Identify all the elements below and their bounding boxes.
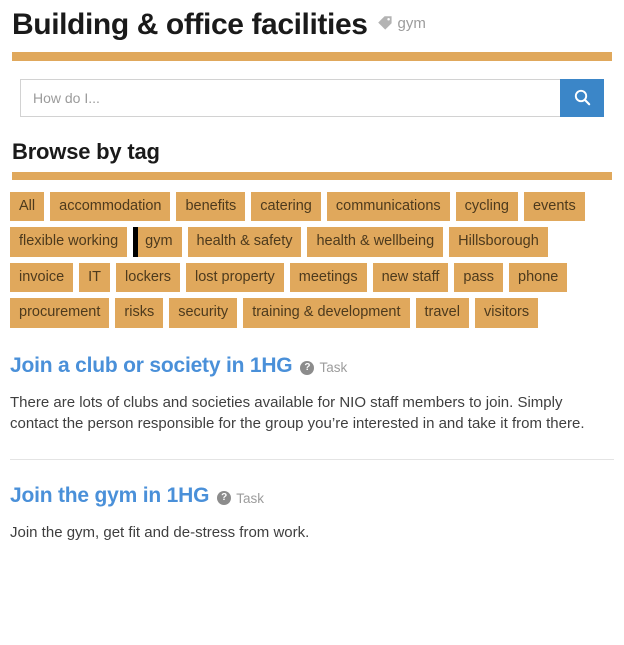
tag-hillsborough[interactable]: Hillsborough (449, 227, 548, 257)
tag-accommodation[interactable]: accommodation (50, 191, 171, 221)
page-root: Building & office facilities gym Brows (0, 0, 624, 645)
tag-lost-property[interactable]: lost property (185, 262, 284, 292)
tag-lockers[interactable]: lockers (116, 262, 180, 292)
tag-risks[interactable]: risks (115, 298, 164, 328)
article-summary: There are lots of clubs and societies av… (10, 393, 585, 433)
page-tag: gym (377, 15, 426, 32)
article-header: Join the gym in 1HG ? Task (10, 484, 614, 508)
page-tag-label: gym (397, 14, 426, 32)
browse-by-tag-heading: Browse by tag (12, 138, 160, 164)
article-title-link[interactable]: Join a club or society in 1HG (10, 354, 293, 378)
tag-benefits[interactable]: benefits (176, 191, 246, 221)
tag-new-staff[interactable]: new staff (372, 262, 449, 292)
article-header: Join a club or society in 1HG ? Task (10, 354, 614, 378)
tag-pass[interactable]: pass (454, 262, 504, 292)
tag-meetings[interactable]: meetings (289, 262, 367, 292)
tag-phone[interactable]: phone (509, 262, 568, 292)
tag-flexible-working[interactable]: flexible working (10, 227, 128, 257)
tag-procurement[interactable]: procurement (10, 298, 110, 328)
tag-visitors[interactable]: visitors (474, 298, 539, 328)
tag-health-and-wellbeing[interactable]: health & wellbeing (307, 227, 444, 257)
page-title: Building & office facilities (12, 8, 368, 41)
tag-it[interactable]: IT (79, 262, 111, 292)
page-header: Building & office facilities gym (0, 0, 624, 43)
tag-health-and-safety[interactable]: health & safety (187, 227, 302, 257)
question-mark-icon: ? (300, 360, 315, 375)
tag-events[interactable]: events (523, 191, 585, 221)
search-button[interactable] (560, 78, 604, 117)
question-mark-icon: ? (217, 491, 232, 505)
search-icon (573, 88, 592, 107)
tag-invoice[interactable]: invoice (10, 262, 74, 292)
tag-communications[interactable]: communications (326, 191, 450, 221)
tag-catering[interactable]: catering (251, 191, 321, 221)
article-item: Join the gym in 1HG ? Task Join the gym,… (10, 459, 614, 546)
tag-all[interactable]: All (10, 191, 45, 221)
article-badge: ? Task (217, 491, 264, 506)
tag-cloud: All accommodation benefits catering comm… (10, 191, 610, 328)
search-bar (20, 78, 604, 117)
article-summary: Join the gym, get fit and de-stress from… (10, 524, 310, 541)
tag-travel[interactable]: travel (415, 298, 469, 328)
article-badge-label: Task (319, 360, 348, 375)
article-list: Join a club or society in 1HG ? Task The… (10, 354, 614, 546)
header-divider (12, 51, 612, 61)
article-badge: ? Task (300, 360, 347, 375)
tag-security[interactable]: security (169, 298, 238, 328)
search-input[interactable] (20, 78, 560, 117)
tag-training-and-development[interactable]: training & development (243, 298, 410, 328)
article-item: Join a club or society in 1HG ? Task The… (10, 354, 614, 438)
browse-divider (12, 171, 612, 180)
article-badge-label: Task (236, 490, 264, 506)
tag-icon (377, 15, 393, 31)
article-title-link[interactable]: Join the gym in 1HG (10, 484, 209, 508)
tag-cycling[interactable]: cycling (455, 191, 518, 221)
tag-gym[interactable]: gym (133, 227, 182, 257)
